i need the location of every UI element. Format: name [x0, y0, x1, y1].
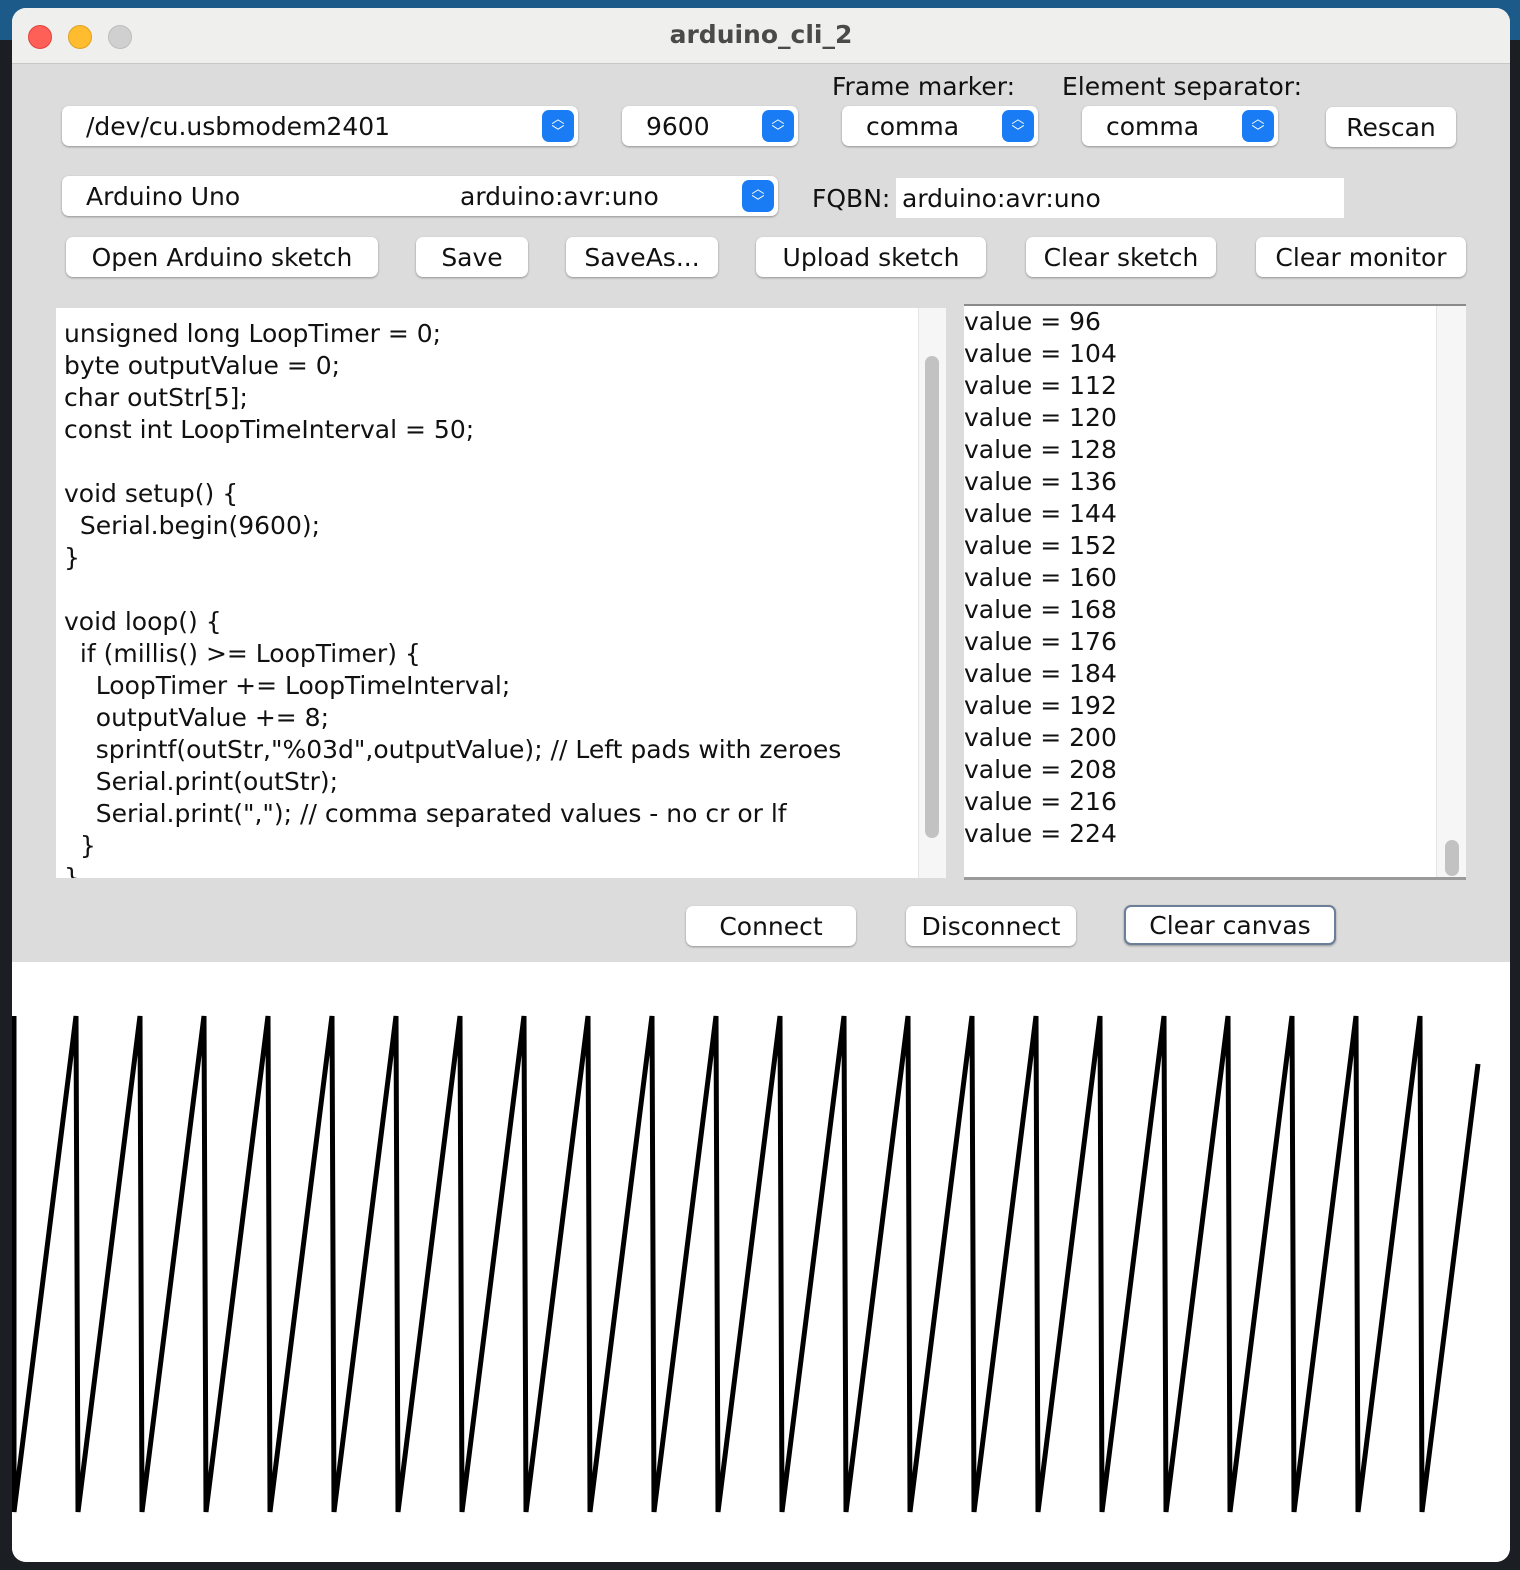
monitor-line: value = 152: [964, 531, 1117, 560]
monitor-line: value = 192: [964, 691, 1117, 720]
monitor-line: value = 224: [964, 819, 1117, 848]
board-select[interactable]: Arduino Uno arduino:avr:uno ︿ ﹀: [62, 176, 778, 216]
app-window: arduino_cli_2 /dev/cu.usbmodem2401 ︿ ﹀ 96…: [12, 8, 1510, 1562]
monitor-line: value = 96: [964, 307, 1101, 336]
port-select[interactable]: /dev/cu.usbmodem2401 ︿ ﹀: [62, 106, 578, 146]
open-sketch-button[interactable]: Open Arduino sketch: [66, 237, 378, 277]
save-as-button[interactable]: SaveAs...: [566, 237, 718, 277]
monitor-line: value = 176: [964, 627, 1117, 656]
monitor-line: value = 184: [964, 659, 1117, 688]
monitor-line: value = 144: [964, 499, 1117, 528]
clear-sketch-button[interactable]: Clear sketch: [1026, 237, 1216, 277]
monitor-scrollbar[interactable]: [1436, 306, 1466, 877]
sawtooth-series-line: [12, 1015, 1481, 1513]
connect-button[interactable]: Connect: [686, 906, 856, 946]
sketch-scrollbar[interactable]: [918, 308, 946, 878]
title-bar: arduino_cli_2: [12, 8, 1510, 64]
scrollbar-thumb[interactable]: [925, 356, 939, 838]
chevron-updown-icon: ︿ ﹀: [762, 110, 794, 142]
monitor-lines: value = 96 value = 104 value = 112 value = …: [964, 306, 1466, 850]
plot-svg: [12, 1015, 1481, 1513]
monitor-line: value = 216: [964, 787, 1117, 816]
monitor-line: value = 136: [964, 467, 1117, 496]
plot-canvas: [12, 962, 1510, 1562]
board-fqbn: arduino:avr:uno: [460, 181, 659, 211]
sketch-text[interactable]: unsigned long LoopTimer = 0; byte output…: [56, 308, 946, 878]
monitor-line: value = 128: [964, 435, 1117, 464]
clear-monitor-button[interactable]: Clear monitor: [1256, 237, 1466, 277]
serial-monitor[interactable]: value = 96 value = 104 value = 112 value = …: [964, 304, 1466, 880]
frame-marker-label: Frame marker:: [832, 72, 1016, 101]
window-title: arduino_cli_2: [669, 20, 853, 49]
fqbn-label: FQBN:: [812, 184, 891, 213]
element-separator-select[interactable]: comma ︿ ﹀: [1082, 106, 1278, 146]
frame-marker-select[interactable]: comma ︿ ﹀: [842, 106, 1038, 146]
port-value: /dev/cu.usbmodem2401: [86, 111, 391, 141]
sketch-editor[interactable]: unsigned long LoopTimer = 0; byte output…: [56, 308, 946, 878]
chevron-updown-icon: ︿ ﹀: [1242, 110, 1274, 142]
baud-value: 9600: [646, 111, 710, 141]
rescan-button[interactable]: Rescan: [1326, 107, 1456, 147]
board-name: Arduino Uno: [86, 181, 241, 211]
monitor-line: value = 200: [964, 723, 1117, 752]
baud-select[interactable]: 9600 ︿ ﹀: [622, 106, 798, 146]
monitor-line: value = 208: [964, 755, 1117, 784]
chevron-updown-icon: ︿ ﹀: [542, 110, 574, 142]
fqbn-input[interactable]: arduino:avr:uno: [896, 178, 1344, 218]
monitor-line: value = 120: [964, 403, 1117, 432]
clear-canvas-button[interactable]: Clear canvas: [1124, 905, 1336, 945]
element-separator-value: comma: [1106, 111, 1200, 141]
upload-sketch-button[interactable]: Upload sketch: [756, 237, 986, 277]
monitor-line: value = 104: [964, 339, 1117, 368]
chevron-updown-icon: ︿ ﹀: [1002, 110, 1034, 142]
monitor-line: value = 112: [964, 371, 1117, 400]
frame-marker-value: comma: [866, 111, 960, 141]
save-button[interactable]: Save: [416, 237, 528, 277]
element-separator-label: Element separator:: [1062, 72, 1303, 101]
chevron-updown-icon: ︿ ﹀: [742, 180, 774, 212]
monitor-line: value = 168: [964, 595, 1117, 624]
scrollbar-thumb[interactable]: [1445, 840, 1459, 876]
disconnect-button[interactable]: Disconnect: [906, 906, 1076, 946]
monitor-line: value = 160: [964, 563, 1117, 592]
